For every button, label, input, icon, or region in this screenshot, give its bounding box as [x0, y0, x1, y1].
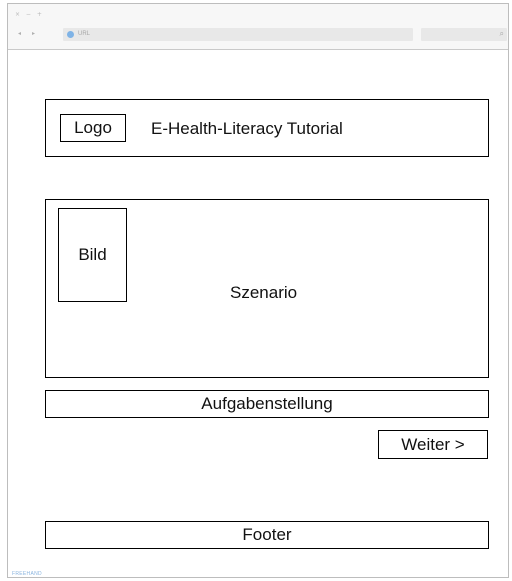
globe-icon — [67, 31, 74, 38]
footer: Footer — [45, 521, 489, 549]
image-placeholder: Bild — [58, 208, 127, 302]
forward-icon[interactable]: ▸ — [32, 29, 35, 39]
search-icon: ⌕ — [499, 29, 504, 38]
address-placeholder: URL — [78, 31, 91, 37]
back-icon[interactable]: ◂ — [18, 29, 21, 39]
address-bar[interactable]: URL — [63, 28, 413, 41]
page-title: E-Health-Literacy Tutorial — [151, 119, 343, 138]
watermark: FREEHAND — [12, 571, 42, 577]
logo: Logo — [60, 114, 126, 142]
window-controls[interactable]: × − + — [15, 11, 44, 19]
task-section: Aufgabenstellung — [45, 390, 489, 418]
scenario-label: Szenario — [230, 283, 298, 302]
browser-toolbar: × − + ◂ ▸ URL ⌕ — [8, 4, 508, 50]
search-input[interactable]: ⌕ — [421, 28, 507, 41]
next-button[interactable]: Weiter > — [378, 430, 488, 459]
